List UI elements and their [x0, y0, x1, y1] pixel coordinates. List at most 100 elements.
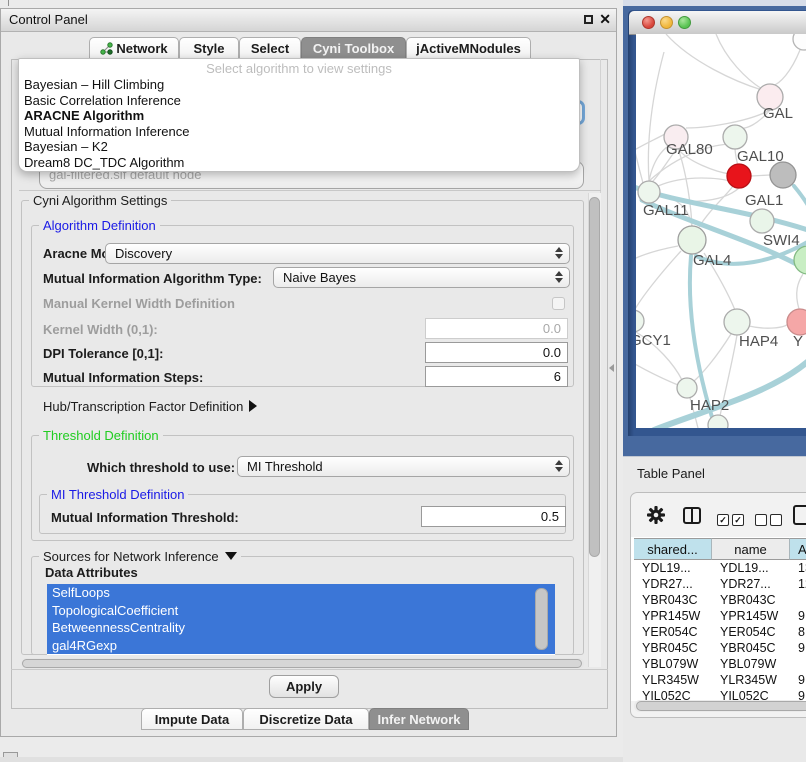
table-cell[interactable]: YBR045C [712, 640, 790, 656]
mac-zoom-icon[interactable] [678, 16, 691, 29]
aracne-mode-combo[interactable]: Discovery [105, 243, 570, 264]
hub-definition-toggle[interactable]: Hub/Transcription Factor Definition [43, 399, 257, 414]
network-node-label: SWI4 [763, 232, 800, 249]
algorithm-option[interactable]: Bayesian – K2 [19, 139, 579, 155]
table-cell[interactable]: YDL19... [634, 560, 712, 576]
tab-jactivemnodules[interactable]: jActiveMNodules [406, 37, 531, 59]
tab-style[interactable]: Style [179, 37, 239, 59]
table-row[interactable]: YBL079W YBL079W [634, 656, 806, 672]
table-row[interactable]: YBR043C YBR043C [634, 592, 806, 608]
table-row[interactable]: YDR27... YDR27... 12 [634, 576, 806, 592]
manual-kernel-label: Manual Kernel Width Definition [43, 296, 235, 311]
column-header-name[interactable]: name [712, 538, 790, 560]
unchecked-pair-icon[interactable] [755, 511, 785, 529]
apply-button[interactable]: Apply [269, 675, 339, 698]
table-cell[interactable]: 13 [790, 560, 806, 576]
table-cell[interactable]: YBR045C [634, 640, 712, 656]
tab-discretize-data-label: Discretize Data [259, 712, 352, 727]
table-cell[interactable]: 9. [790, 608, 806, 624]
list-item[interactable]: BetweennessCentrality [47, 619, 555, 637]
tab-cyni-toolbox[interactable]: Cyni Toolbox [301, 37, 406, 59]
tab-network[interactable]: Network [89, 37, 179, 59]
table-cell[interactable]: YBL079W [634, 656, 712, 672]
table-cell[interactable]: YER054C [712, 624, 790, 640]
network-node-label: Y [793, 333, 803, 350]
settings-h-scrollbar-thumb[interactable] [22, 659, 582, 668]
close-icon[interactable]: ✕ [599, 11, 611, 28]
table-cell[interactable]: YDR27... [712, 576, 790, 592]
kernel-width-field[interactable]: 0.0 [425, 318, 568, 339]
tab-discretize-data[interactable]: Discretize Data [243, 708, 369, 730]
mac-minimize-icon[interactable] [660, 16, 673, 29]
partial-toolbar-icon[interactable] [793, 505, 806, 530]
split-divider-arrow-icon[interactable] [609, 364, 614, 372]
network-node[interactable] [723, 125, 747, 149]
tab-impute-data[interactable]: Impute Data [141, 708, 243, 730]
which-threshold-combo[interactable]: MI Threshold [237, 456, 570, 477]
checked-pair-icon[interactable]: ✓✓ [717, 511, 747, 529]
table-cell[interactable]: YDR27... [634, 576, 712, 592]
mi-steps-field[interactable]: 6 [425, 366, 568, 387]
table-cell[interactable]: 12 [790, 576, 806, 592]
network-node[interactable] [793, 34, 806, 50]
mi-type-combo[interactable]: Naive Bayes [273, 267, 570, 288]
algorithm-option-selected[interactable]: ARACNE Algorithm [19, 108, 579, 124]
sources-toggle[interactable]: Sources for Network Inference [39, 549, 241, 564]
network-node[interactable] [727, 164, 751, 188]
network-node-label: GAL [763, 105, 793, 122]
table-row[interactable]: YDL19... YDL19... 13 [634, 560, 806, 576]
algorithm-option[interactable]: Basic Correlation Inference [19, 93, 579, 109]
tab-impute-data-label: Impute Data [155, 712, 229, 727]
tab-select[interactable]: Select [239, 37, 301, 59]
manual-kernel-checkbox[interactable] [552, 297, 565, 310]
checkbox-checked-icon: ✓ [732, 514, 744, 526]
network-node[interactable] [677, 378, 697, 398]
list-item[interactable]: SelfLoops [47, 584, 555, 602]
table-cell[interactable]: YDL19... [712, 560, 790, 576]
column-header-shared-name[interactable]: shared... [634, 538, 712, 560]
network-node[interactable] [636, 310, 644, 332]
list-item[interactable]: TopologicalCoefficient [47, 602, 555, 620]
data-attributes-list: SelfLoops TopologicalCoefficient Between… [47, 584, 555, 655]
settings-v-scrollbar-thumb[interactable] [589, 197, 600, 557]
network-node[interactable] [770, 162, 796, 188]
algorithm-option[interactable]: Bayesian – Hill Climbing [19, 77, 579, 93]
table-cell[interactable]: YBR043C [634, 592, 712, 608]
algorithm-option[interactable]: Dream8 DC_TDC Algorithm [19, 155, 579, 171]
network-node[interactable] [638, 181, 660, 203]
float-window-icon[interactable] [584, 15, 593, 24]
table-h-scrollbar-thumb[interactable] [636, 701, 806, 711]
table-cell[interactable]: YER054C [634, 624, 712, 640]
dpi-tolerance-field[interactable]: 0.0 [425, 342, 568, 363]
algorithm-option[interactable]: Mutual Information Inference [19, 124, 579, 140]
algorithm-dropdown-popup: Select algorithm to view settings Bayesi… [18, 58, 580, 172]
table-cell[interactable]: 8. [790, 624, 806, 640]
mi-steps-label: Mutual Information Steps: [43, 370, 203, 385]
table-row[interactable]: YPR145W YPR145W 9. [634, 608, 806, 624]
network-node[interactable] [678, 226, 706, 254]
table-cell[interactable]: YPR145W [712, 608, 790, 624]
table-cell[interactable]: YLR345W [634, 672, 712, 688]
network-canvas[interactable]: GALGAL80GAL10GAL1GAL11SWI4GAL4GCY1HAP4YH… [636, 34, 806, 428]
tab-infer-network[interactable]: Infer Network [369, 708, 469, 730]
mac-close-icon[interactable] [642, 16, 655, 29]
gear-icon[interactable] [647, 506, 665, 529]
table-row[interactable]: YBR045C YBR045C 9. [634, 640, 806, 656]
mi-threshold-field[interactable]: 0.5 [421, 506, 566, 527]
table-cell[interactable]: YPR145W [634, 608, 712, 624]
list-vertical-scrollbar[interactable] [535, 588, 548, 650]
list-item[interactable]: gal4RGexp [47, 637, 555, 655]
table-cell[interactable]: YBL079W [712, 656, 790, 672]
table-row[interactable]: YLR345W YLR345W 9. [634, 672, 806, 688]
tab-cyni-toolbox-label: Cyni Toolbox [313, 41, 394, 56]
network-node[interactable] [724, 309, 750, 335]
table-row[interactable]: YER054C YER054C 8. [634, 624, 806, 640]
table-cell[interactable]: YLR345W [712, 672, 790, 688]
table-cell[interactable]: 9. [790, 672, 806, 688]
column-header-partial[interactable]: A [790, 538, 806, 560]
table-cell[interactable]: 9. [790, 640, 806, 656]
table-cell[interactable]: YBR043C [712, 592, 790, 608]
columns-icon[interactable] [683, 507, 701, 529]
network-node[interactable] [787, 309, 806, 335]
network-node[interactable] [750, 209, 774, 233]
